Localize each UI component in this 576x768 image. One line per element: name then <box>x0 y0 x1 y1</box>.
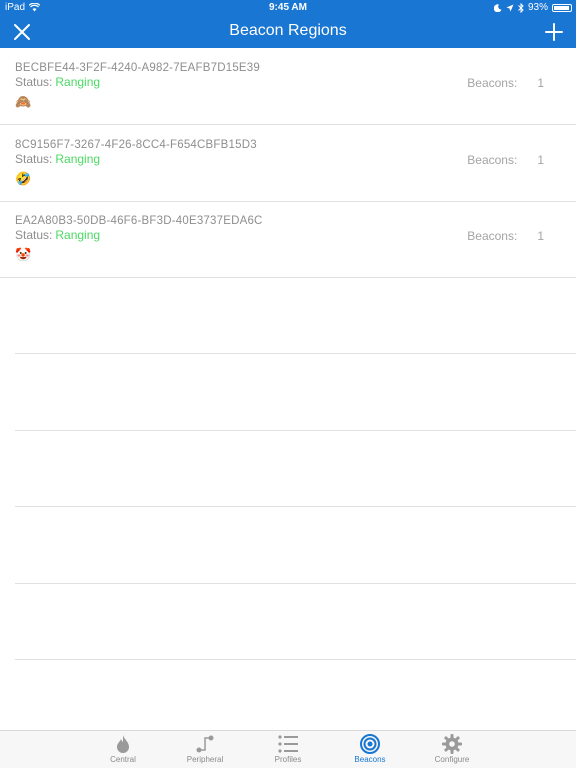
see-no-evil-monkey-icon: 🙈 <box>15 94 32 109</box>
status-value: Ranging <box>55 228 101 242</box>
beacons-count: Beacons: 1 <box>467 229 544 243</box>
empty-row-divider <box>15 583 576 584</box>
beacon-region-row[interactable]: BECBFE44-3F2F-4240-A982-7EAFB7D15E39 Sta… <box>0 48 576 124</box>
status-label: Status: <box>15 75 53 89</box>
rolling-laughing-face-icon: 🤣 <box>15 171 32 186</box>
beacon-region-list: BECBFE44-3F2F-4240-A982-7EAFB7D15E39 Sta… <box>0 48 576 730</box>
status-time: 9:45 AM <box>269 2 307 13</box>
region-uuid: BECBFE44-3F2F-4240-A982-7EAFB7D15E39 <box>15 62 260 74</box>
tab-label: Profiles <box>274 755 302 764</box>
region-status: Status: Ranging <box>15 228 100 242</box>
flame-icon <box>117 735 129 753</box>
list-icon <box>278 735 298 753</box>
tab-label: Beacons <box>354 755 386 764</box>
tab-configure[interactable]: Configure <box>422 733 482 764</box>
beacons-label: Beacons: <box>467 153 518 167</box>
tab-label: Central <box>110 755 136 764</box>
divider <box>0 277 576 278</box>
moon-icon <box>493 3 502 12</box>
beacons-count-value: 1 <box>537 76 544 90</box>
tab-profiles[interactable]: Profiles <box>258 733 318 764</box>
region-status: Status: Ranging <box>15 75 100 89</box>
battery-icon <box>552 3 572 12</box>
empty-row-divider <box>15 506 576 507</box>
beacons-count-value: 1 <box>537 153 544 167</box>
empty-row-divider <box>15 353 576 354</box>
region-uuid: 8C9156F7-3267-4F26-8CC4-F654CBFB15D3 <box>15 139 257 151</box>
tab-beacons[interactable]: Beacons <box>340 733 400 764</box>
bluetooth-icon <box>518 2 524 13</box>
tab-peripheral[interactable]: Peripheral <box>175 733 235 764</box>
region-status: Status: Ranging <box>15 152 100 166</box>
status-value: Ranging <box>55 152 101 166</box>
clown-face-icon: 🤡 <box>15 247 32 262</box>
page-title: Beacon Regions <box>229 22 347 39</box>
tab-bar: Central Peripheral Profiles Beacons Conf… <box>0 730 576 768</box>
status-label: Status: <box>15 152 53 166</box>
status-value: Ranging <box>55 75 101 89</box>
tab-central[interactable]: Central <box>93 733 153 764</box>
status-bar: iPad 9:45 AM 93% <box>0 0 576 16</box>
beacon-region-row[interactable]: 8C9156F7-3267-4F26-8CC4-F654CBFB15D3 Sta… <box>0 125 576 201</box>
beacons-label: Beacons: <box>467 76 518 90</box>
tab-label: Peripheral <box>186 755 224 764</box>
peripheral-icon <box>196 735 214 753</box>
beacons-label: Beacons: <box>467 229 518 243</box>
region-uuid: EA2A80B3-50DB-46F6-BF3D-40E3737EDA6C <box>15 215 263 227</box>
beacon-icon <box>360 734 380 754</box>
beacon-region-row[interactable]: EA2A80B3-50DB-46F6-BF3D-40E3737EDA6C Sta… <box>0 201 576 277</box>
location-arrow-icon <box>506 4 514 11</box>
nav-bar: Beacon Regions <box>0 16 576 48</box>
battery-percent: 93% <box>527 2 548 13</box>
plus-icon[interactable] <box>544 22 564 42</box>
tab-label: Configure <box>434 755 470 764</box>
gear-icon <box>442 734 462 754</box>
beacons-count: Beacons: 1 <box>467 76 544 90</box>
empty-row-divider <box>15 659 576 660</box>
beacons-count-value: 1 <box>537 229 544 243</box>
empty-row-divider <box>15 430 576 431</box>
status-label: Status: <box>15 228 53 242</box>
beacons-count: Beacons: 1 <box>467 153 544 167</box>
